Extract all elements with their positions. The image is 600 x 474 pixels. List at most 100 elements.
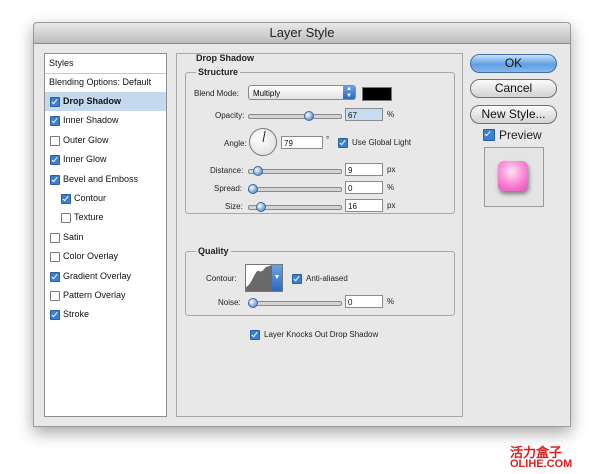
contour-picker[interactable]: ▼ [245,264,283,292]
layer-style-dialog: Layer Style Styles Blending Options: Def… [33,22,571,427]
style-item-checkbox[interactable] [50,116,60,127]
blending-options-item[interactable]: Blending Options: Default [45,73,166,93]
style-item-gradient-overlay[interactable]: Gradient Overlay [45,267,166,286]
anti-aliased-label: Anti-aliased [306,274,348,283]
style-item-label: Inner Glow [63,154,107,165]
opacity-input[interactable]: 67 [345,108,383,121]
style-item-checkbox[interactable] [50,97,60,107]
size-slider[interactable] [248,202,342,212]
shadow-color-swatch[interactable] [362,87,392,101]
quality-group: Quality Contour: ▼ Anti-aliased Noise: 0… [185,246,455,316]
distance-slider[interactable] [248,166,342,176]
contour-label: Contour: [206,274,237,283]
noise-input[interactable]: 0 [345,295,383,308]
opacity-slider-knob[interactable] [304,111,315,121]
preview-label: Preview [499,128,542,142]
style-item-label: Drop Shadow [63,96,121,106]
knockout-label: Layer Knocks Out Drop Shadow [264,330,379,339]
size-unit: px [387,201,396,210]
chevron-updown-icon: ▲ ▼ [343,86,355,99]
distance-label: Distance: [210,166,244,175]
drop-shadow-panel: Drop Shadow Structure Blend Mode: Multip… [176,53,463,417]
angle-needle-icon [262,131,266,143]
style-item-bevel-and-emboss[interactable]: Bevel and Emboss [45,170,166,189]
use-global-light-label: Use Global Light [352,138,412,147]
style-item-checkbox[interactable] [50,271,60,282]
size-input[interactable]: 16 [345,199,383,212]
spread-unit: % [387,183,395,192]
style-item-texture[interactable]: Texture [45,208,166,227]
noise-label: Noise: [218,298,241,307]
angle-input[interactable]: 79 [281,136,323,149]
style-item-label: Outer Glow [63,134,109,145]
style-item-label: Stroke [63,309,90,320]
angle-label: Angle: [224,139,247,148]
style-item-drop-shadow[interactable]: Drop Shadow [45,92,166,111]
distance-input[interactable]: 9 [345,163,383,176]
distance-unit: px [387,165,396,174]
preview-checkbox[interactable] [483,129,495,141]
knockout-checkbox[interactable] [250,330,260,340]
styles-header[interactable]: Styles [45,54,166,74]
use-global-light-checkbox[interactable] [338,138,348,148]
blend-mode-value: Multiply [253,89,281,98]
structure-title: Structure [196,67,241,77]
style-item-checkbox[interactable] [50,310,60,321]
style-item-checkbox[interactable] [50,135,60,146]
anti-aliased-checkbox[interactable] [292,274,302,284]
noise-slider[interactable] [248,298,342,308]
style-item-label: Texture [74,212,104,223]
spread-slider-knob[interactable] [248,184,258,194]
new-style-button[interactable]: New Style... [470,105,557,124]
style-item-label: Pattern Overlay [63,290,126,300]
style-item-checkbox[interactable] [61,213,71,224]
style-item-checkbox[interactable] [50,252,60,263]
size-label: Size: [225,202,243,211]
distance-slider-knob[interactable] [253,166,264,176]
style-item-checkbox[interactable] [50,232,60,243]
blend-mode-select[interactable]: Multiply ▲ ▼ [248,85,356,100]
size-slider-knob[interactable] [256,202,267,212]
style-item-checkbox[interactable] [50,291,60,301]
contour-curve-icon [246,265,272,291]
blending-options-label: Blending Options: Default [49,77,152,87]
opacity-slider[interactable] [248,111,342,121]
structure-group: Structure Blend Mode: Multiply ▲ ▼ Opacit… [185,67,455,214]
style-item-label: Gradient Overlay [63,270,132,281]
chevron-down-icon[interactable]: ▼ [272,265,282,291]
preview-swatch [498,161,528,191]
angle-dial[interactable] [249,128,277,156]
style-item-label: Bevel and Emboss [63,173,139,184]
cancel-button[interactable]: Cancel [470,79,557,98]
style-item-checkbox[interactable] [50,155,60,166]
style-item-checkbox[interactable] [50,174,60,185]
style-item-color-overlay[interactable]: Color Overlay [45,247,166,266]
drop-shadow-title: Drop Shadow [196,53,254,63]
style-item-stroke[interactable]: Stroke [45,305,166,324]
opacity-label: Opacity: [215,111,245,120]
styles-header-label: Styles [49,58,74,68]
spread-input[interactable]: 0 [345,181,383,194]
quality-title: Quality [196,246,231,256]
spread-slider[interactable] [248,184,342,194]
style-item-label: Contour [74,193,107,203]
styles-list: Styles Blending Options: Default Drop Sh… [44,53,167,417]
style-item-checkbox[interactable] [61,194,71,204]
ok-button[interactable]: OK [470,54,557,73]
watermark-en: OLIHE.COM [510,458,573,470]
opacity-unit: % [387,110,395,119]
style-item-satin[interactable]: Satin [45,228,166,247]
preview-box [484,147,544,207]
window-title: Layer Style [34,23,570,44]
noise-unit: % [387,297,395,306]
style-item-label: Color Overlay [63,251,119,262]
spread-label: Spread: [214,184,243,193]
blend-mode-label: Blend Mode: [194,89,239,98]
noise-slider-knob[interactable] [248,298,258,308]
style-item-label: Inner Shadow [63,115,119,126]
style-item-inner-shadow[interactable]: Inner Shadow [45,111,166,130]
style-item-contour[interactable]: Contour [45,189,166,208]
style-item-pattern-overlay[interactable]: Pattern Overlay [45,286,166,305]
style-item-outer-glow[interactable]: Outer Glow [45,131,166,150]
style-item-inner-glow[interactable]: Inner Glow [45,150,166,169]
